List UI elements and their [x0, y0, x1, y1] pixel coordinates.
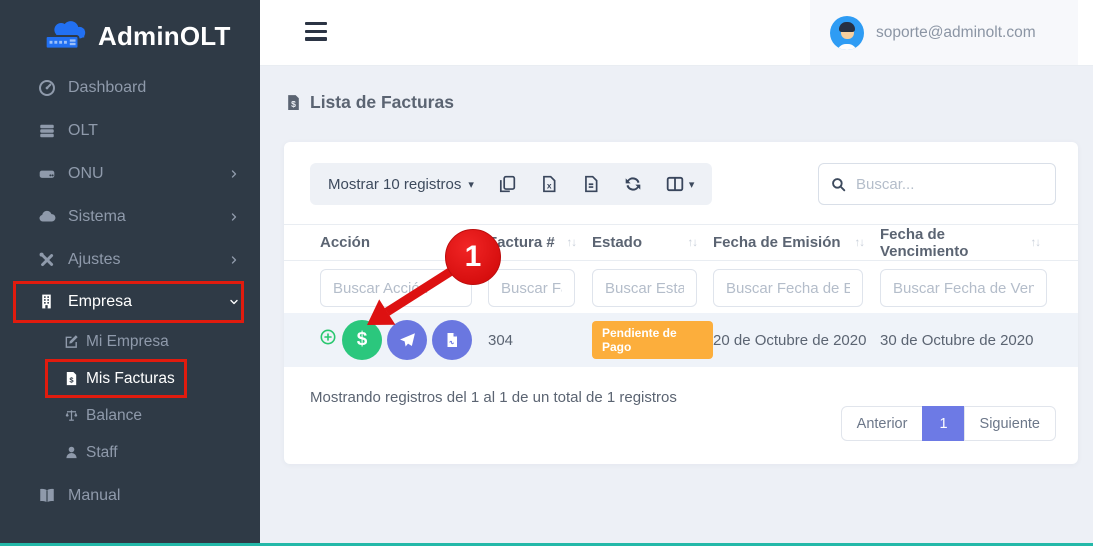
sidebar-item-label: Mis Facturas — [86, 370, 175, 388]
server-icon — [38, 122, 56, 140]
brand-logo[interactable]: AdminOLT — [0, 0, 260, 66]
book-open-icon — [38, 487, 56, 505]
sidebar-item-dashboard[interactable]: Dashboard — [0, 66, 260, 109]
search-input[interactable] — [856, 176, 1043, 193]
expand-plus-icon[interactable] — [320, 329, 336, 345]
sidebar-item-sistema[interactable]: Sistema — [0, 195, 260, 238]
sort-icon: ↑↓ — [1031, 237, 1041, 249]
adminolt-cloud-icon — [38, 20, 90, 53]
invoice-dollar-icon: $ — [64, 371, 79, 386]
sidebar-item-label: ONU — [68, 165, 104, 183]
refresh-icon[interactable] — [624, 175, 642, 193]
caret-down-icon: ▾ — [689, 178, 695, 191]
user-avatar — [830, 16, 864, 50]
brand-name: AdminOLT — [98, 21, 231, 52]
sidebar-item-label: Sistema — [68, 208, 126, 226]
sidebar-item-label: Mi Empresa — [86, 333, 169, 351]
filter-estado-input[interactable] — [592, 269, 697, 307]
page-length-label: Mostrar 10 registros — [328, 176, 461, 193]
sidebar-item-empresa[interactable]: Empresa — [0, 283, 260, 321]
chevron-right-icon — [228, 211, 240, 223]
pagination-previous[interactable]: Anterior — [841, 406, 924, 441]
global-search — [818, 163, 1056, 205]
chevron-right-icon — [228, 168, 240, 180]
excel-icon[interactable]: x — [540, 175, 558, 193]
app-root: AdminOLT Dashboard OLT ONU — [0, 0, 1093, 546]
building-icon — [38, 293, 56, 311]
sidebar-item-label: Ajustes — [68, 251, 120, 269]
user-email: soporte@adminolt.com — [876, 24, 1036, 42]
svg-text:$: $ — [291, 99, 296, 109]
column-header-factura[interactable]: Factura # ↑↓ — [488, 234, 592, 251]
sidebar-item-label: Dashboard — [68, 79, 146, 97]
cell-factura: 304 — [488, 332, 592, 349]
sidebar-item-olt[interactable]: OLT — [0, 109, 260, 152]
sidebar-item-label: Empresa — [68, 293, 132, 311]
caret-down-icon: ▾ — [468, 178, 474, 191]
page-length-dropdown[interactable]: Mostrar 10 registros ▾ — [328, 176, 474, 193]
records-summary: Mostrando registros del 1 al 1 de un tot… — [310, 389, 677, 406]
sidebar-item-label: Staff — [86, 444, 118, 462]
filter-fecha-emision-input[interactable] — [713, 269, 863, 307]
menu-toggle-icon[interactable] — [305, 22, 329, 44]
pagination-next[interactable]: Siguiente — [964, 406, 1056, 441]
user-menu[interactable]: soporte@adminolt.com — [810, 0, 1078, 65]
sidebar-item-label: Balance — [86, 407, 142, 425]
page-title: $ Lista de Facturas — [285, 92, 454, 113]
sidebar-subitem-mis-facturas[interactable]: $ Mis Facturas — [0, 360, 260, 397]
search-icon — [831, 177, 846, 192]
cell-fecha-vencimiento: 30 de Octubre de 2020 — [880, 332, 1056, 349]
pagination: Anterior 1 Siguiente — [841, 406, 1056, 441]
page-title-text: Lista de Facturas — [310, 92, 454, 113]
sidebar-subitem-balance[interactable]: Balance — [0, 397, 260, 434]
user-icon — [64, 445, 79, 460]
sidebar: AdminOLT Dashboard OLT ONU — [0, 0, 260, 546]
sidebar-subitem-staff[interactable]: Staff — [0, 434, 260, 471]
filter-fecha-vencimiento-input[interactable] — [880, 269, 1047, 307]
invoice-list-icon: $ — [285, 94, 302, 111]
cloud-icon — [38, 208, 56, 226]
balance-scale-icon — [64, 408, 79, 423]
status-badge: Pendiente de Pago — [592, 321, 713, 359]
sidebar-nav: Dashboard OLT ONU — [0, 66, 260, 517]
column-header-fecha-vencimiento[interactable]: Fecha de Vencimiento ↑↓ — [880, 226, 1056, 260]
annotation-step-circle: 1 — [445, 229, 501, 285]
device-hdd-icon — [38, 165, 56, 183]
svg-text:x: x — [547, 181, 552, 191]
column-visibility-dropdown[interactable]: ▾ — [666, 175, 695, 193]
sort-icon: ↑↓ — [567, 237, 577, 249]
sidebar-item-label: OLT — [68, 122, 98, 140]
copy-icon[interactable] — [498, 175, 516, 193]
column-header-estado[interactable]: Estado ↑↓ — [592, 234, 713, 251]
sidebar-item-ajustes[interactable]: Ajustes — [0, 238, 260, 281]
cell-estado: Pendiente de Pago — [592, 321, 713, 359]
table-toolbar: Mostrar 10 registros ▾ x ▾ — [310, 163, 712, 205]
column-header-fecha-emision[interactable]: Fecha de Emisión ↑↓ — [713, 234, 880, 251]
chevron-right-icon — [228, 254, 240, 266]
file-icon[interactable] — [582, 175, 600, 193]
edit-pen-icon — [64, 334, 79, 349]
sidebar-item-manual[interactable]: Manual — [0, 474, 260, 517]
topbar: soporte@adminolt.com — [260, 0, 1093, 66]
tools-icon — [38, 251, 56, 269]
filter-factura-input[interactable] — [488, 269, 575, 307]
sort-icon: ↑↓ — [855, 237, 865, 249]
dashboard-gauge-icon — [38, 79, 56, 97]
chevron-down-icon — [228, 296, 240, 308]
sort-icon: ↑↓ — [688, 237, 698, 249]
pagination-page-1[interactable]: 1 — [922, 406, 964, 441]
sidebar-subitem-mi-empresa[interactable]: Mi Empresa — [0, 323, 260, 360]
sidebar-item-onu[interactable]: ONU — [0, 152, 260, 195]
sidebar-item-label: Manual — [68, 487, 120, 505]
cell-fecha-emision: 20 de Octubre de 2020 — [713, 332, 880, 349]
